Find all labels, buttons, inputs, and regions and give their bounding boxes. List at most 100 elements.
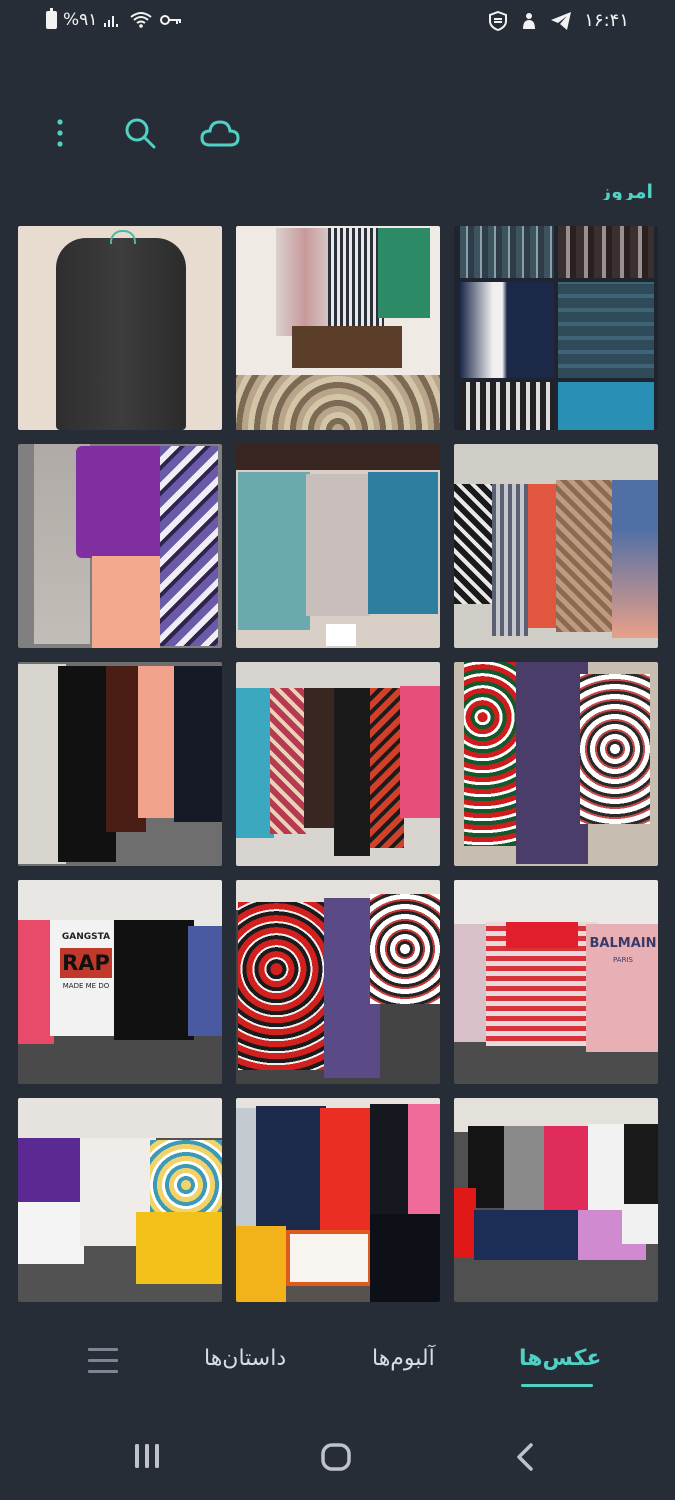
back-icon	[517, 1443, 533, 1471]
photo-content	[624, 1124, 658, 1204]
photo-thumbnail[interactable]	[18, 226, 222, 430]
photo-content	[276, 228, 334, 336]
photo-content	[110, 230, 136, 244]
photo-content	[516, 662, 588, 864]
photo-content	[236, 375, 440, 430]
photo-content: RAP	[60, 948, 112, 978]
active-tab-indicator	[521, 1384, 593, 1387]
photo-content	[286, 1230, 372, 1286]
photo-content	[504, 1126, 548, 1212]
more-options-button[interactable]	[38, 110, 82, 156]
photo-content	[238, 902, 334, 1070]
photo-content	[378, 228, 430, 318]
system-navigation-bar	[0, 1430, 675, 1486]
photo-content	[454, 484, 494, 604]
photo-content	[400, 686, 440, 818]
photo-content	[368, 472, 438, 614]
photo-thumbnail[interactable]	[236, 662, 440, 866]
telegram-icon	[551, 11, 572, 30]
photo-content	[622, 1204, 658, 1244]
photo-content	[326, 624, 356, 646]
photo-content	[160, 446, 218, 646]
battery-percent: %۹۱	[63, 10, 98, 30]
photo-thumbnail[interactable]	[18, 662, 222, 866]
notification-app-icon	[523, 12, 536, 29]
wifi-icon	[130, 12, 153, 28]
tab-photos[interactable]: عکس‌ها	[519, 1346, 601, 1371]
back-button[interactable]	[514, 1442, 536, 1476]
photo-content	[292, 326, 402, 368]
photo-content	[92, 556, 160, 648]
photo-thumbnail[interactable]	[236, 880, 440, 1084]
menu-icon[interactable]	[88, 1348, 118, 1376]
photo-content	[306, 474, 370, 616]
search-button[interactable]	[118, 110, 162, 156]
photo-content	[236, 1226, 286, 1302]
photo-content	[544, 1126, 590, 1212]
status-bar: %۹۱ ۱۶:۴۱	[0, 0, 675, 46]
photo-content	[370, 1214, 440, 1302]
battery-icon	[46, 8, 57, 29]
status-left: %۹۱	[46, 8, 183, 30]
photo-content	[454, 1188, 476, 1258]
photo-thumbnail[interactable]: GANGSTA RAP MADE ME DO	[18, 880, 222, 1084]
photo-content	[370, 688, 404, 848]
clock: ۱۶:۴۱	[584, 10, 629, 31]
photo-content	[558, 226, 654, 278]
photo-content	[556, 480, 616, 632]
photo-content	[320, 1108, 376, 1234]
photo-thumbnail[interactable]	[236, 444, 440, 648]
photo-content: MADE ME DO	[62, 982, 110, 990]
photo-content	[334, 688, 370, 856]
shield-icon	[489, 10, 508, 31]
photo-content	[474, 1210, 582, 1260]
photo-thumbnail[interactable]	[454, 1098, 658, 1302]
photo-content	[188, 926, 222, 1036]
photo-content	[18, 1202, 84, 1264]
photo-content	[18, 920, 54, 1044]
section-title-today: امروز	[600, 181, 653, 200]
photo-content	[460, 282, 554, 378]
top-toolbar	[38, 108, 242, 158]
photo-content	[56, 238, 186, 430]
photo-content	[236, 688, 274, 838]
recent-apps-button[interactable]	[132, 1442, 162, 1474]
status-right: ۱۶:۴۱	[488, 10, 629, 31]
photo-grid: GANGSTA RAP MADE ME DO BALMAIN PARIS	[18, 226, 658, 1302]
photo-thumbnail[interactable]: BALMAIN PARIS	[454, 880, 658, 1084]
photo-content	[408, 1104, 440, 1226]
photo-thumbnail[interactable]	[18, 1098, 222, 1302]
photo-content	[136, 1212, 222, 1284]
recent-apps-icon	[135, 1444, 159, 1468]
more-vertical-icon	[57, 119, 63, 147]
photo-content	[304, 688, 338, 828]
photo-content	[454, 880, 658, 924]
photo-content	[506, 922, 578, 948]
home-button[interactable]	[320, 1442, 352, 1476]
photo-thumbnail[interactable]	[236, 1098, 440, 1302]
photo-content: PARIS	[613, 956, 633, 964]
photo-content	[588, 1124, 628, 1210]
photo-thumbnail[interactable]	[454, 662, 658, 866]
cloud-button[interactable]	[198, 110, 242, 156]
photo-thumbnail[interactable]	[454, 226, 658, 430]
tab-stories[interactable]: داستان‌ها	[204, 1346, 286, 1371]
photo-content	[612, 480, 658, 638]
photo-content	[460, 226, 554, 278]
photo-thumbnail[interactable]	[454, 444, 658, 648]
photo-content: GANGSTA	[61, 932, 111, 942]
search-icon	[125, 118, 156, 149]
tab-albums[interactable]: آلبوم‌ها	[372, 1346, 435, 1371]
photo-content	[460, 382, 554, 430]
photo-content	[492, 484, 528, 636]
photo-content	[256, 1106, 326, 1236]
photo-content	[174, 666, 222, 822]
signal-icon	[104, 16, 119, 27]
photo-content	[114, 920, 194, 1040]
photo-content	[558, 382, 654, 430]
vpn-key-icon	[160, 15, 182, 25]
photo-thumbnail[interactable]	[18, 444, 222, 648]
photo-thumbnail[interactable]	[236, 226, 440, 430]
photo-content	[558, 282, 654, 378]
photo-content: BALMAIN	[589, 936, 657, 951]
